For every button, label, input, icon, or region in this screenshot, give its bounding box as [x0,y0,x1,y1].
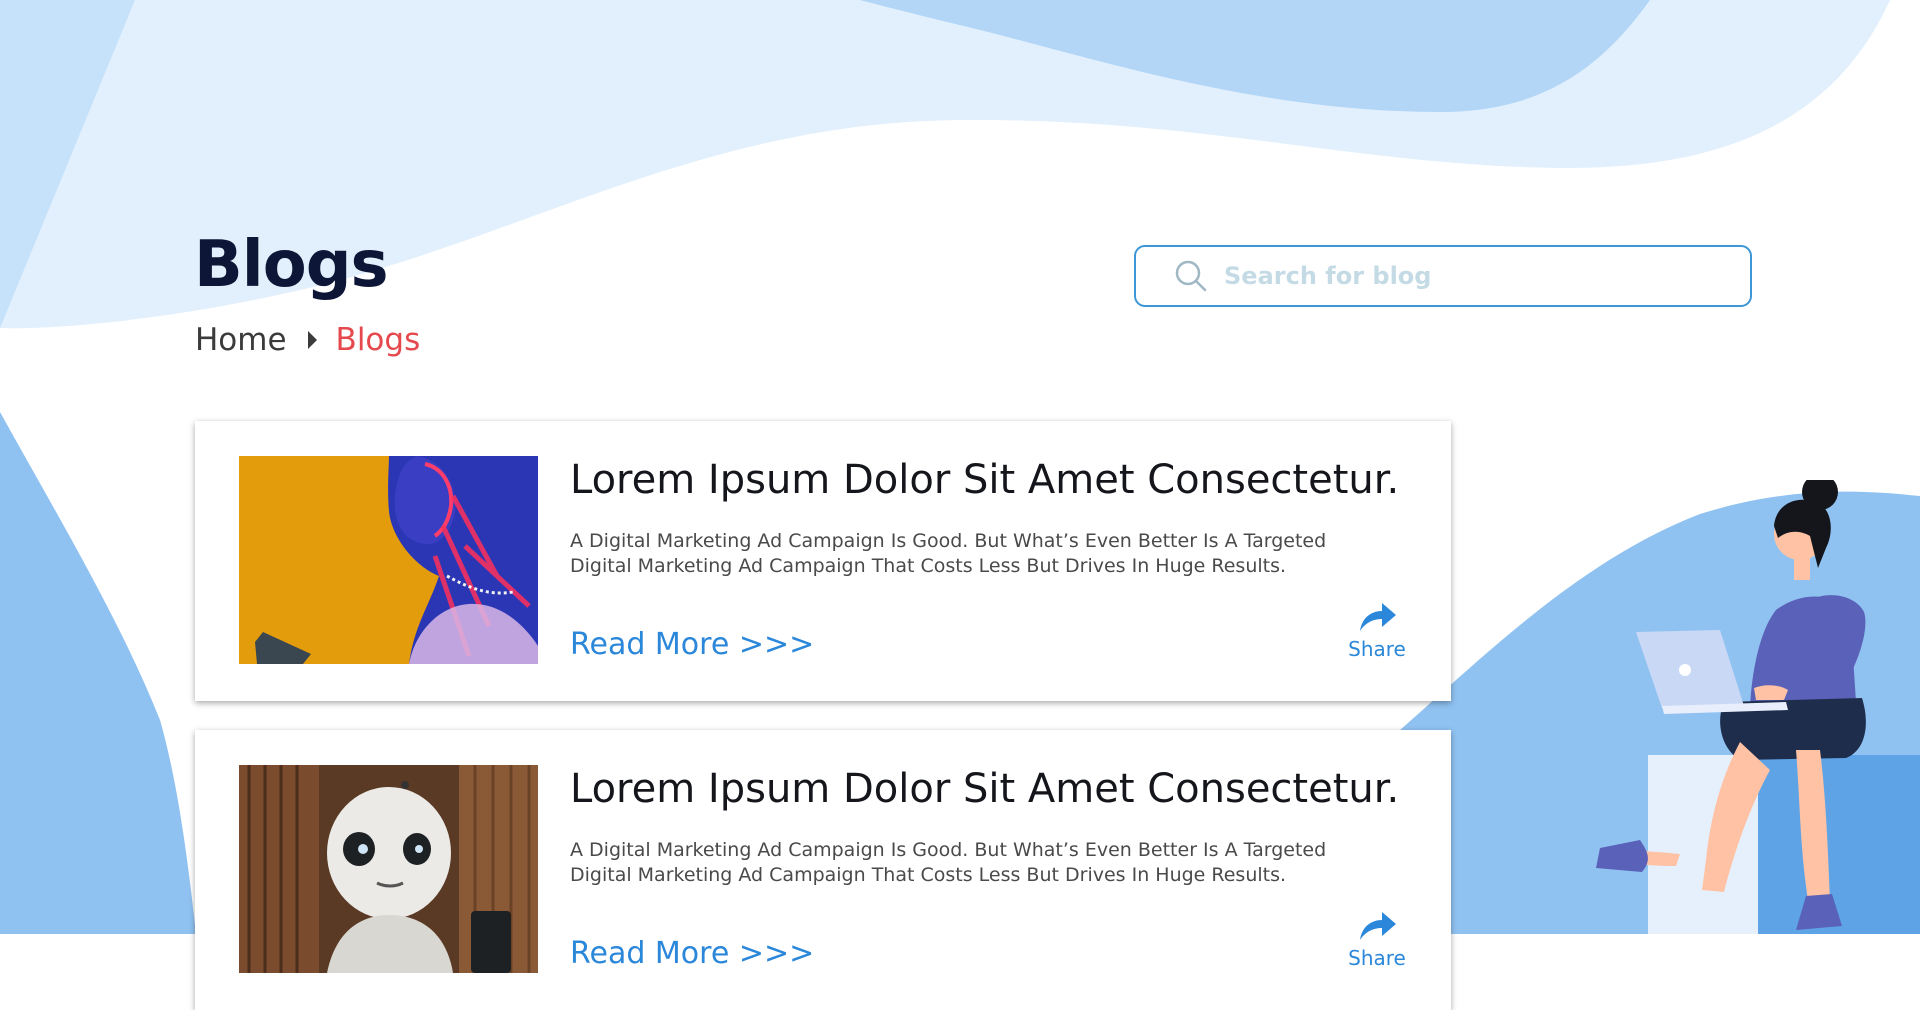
woman-with-laptop-illustration [1596,480,1920,934]
read-more-link[interactable]: Read More >>> [570,936,814,971]
breadcrumb-current: Blogs [335,322,421,358]
share-arrow-icon [1360,912,1396,940]
share-label: Share [1348,637,1406,661]
blog-card: Lorem Ipsum Dolor Sit Amet Consectetur. … [195,421,1451,701]
search-icon [1175,260,1207,292]
blog-thumbnail-portrait[interactable] [239,456,538,664]
share-label: Share [1348,946,1406,970]
page-title: Blogs [194,228,389,302]
breadcrumb-separator-icon [307,331,317,349]
blog-card: Lorem Ipsum Dolor Sit Amet Consectetur. … [195,730,1451,1010]
share-button[interactable]: Share [1341,908,1413,970]
share-button[interactable]: Share [1341,599,1413,661]
share-arrow-icon [1360,603,1396,631]
read-more-link[interactable]: Read More >>> [570,627,814,662]
search-box[interactable] [1134,245,1752,307]
breadcrumb-home-link[interactable]: Home [195,322,287,358]
blog-description: A Digital Marketing Ad Campaign Is Good.… [570,530,1327,577]
blog-thumbnail-robot[interactable] [239,765,538,973]
breadcrumb: Home Blogs [195,322,420,358]
blog-description: A Digital Marketing Ad Campaign Is Good.… [570,839,1327,886]
search-input[interactable] [1222,246,1750,306]
blog-title[interactable]: Lorem Ipsum Dolor Sit Amet Consectetur. [570,457,1399,503]
blog-title[interactable]: Lorem Ipsum Dolor Sit Amet Consectetur. [570,766,1399,812]
